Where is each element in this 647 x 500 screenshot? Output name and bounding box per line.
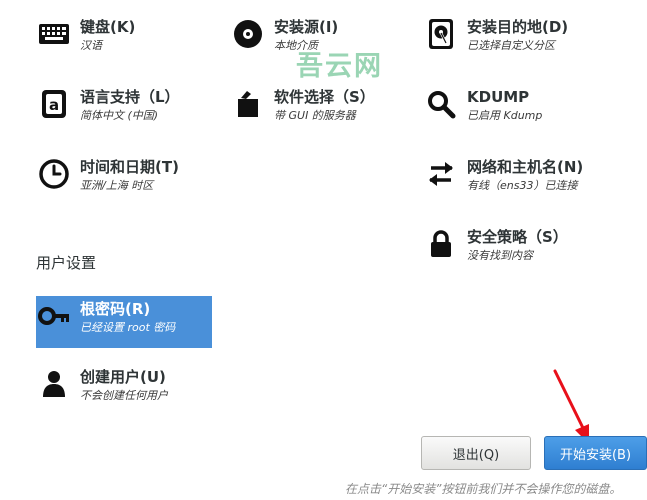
keyboard-status: 汉语 — [80, 39, 102, 52]
keyboard-spoke[interactable]: 键盘(K) 汉语 — [38, 18, 135, 53]
software-selection-status: 带 GUI 的服务器 — [274, 109, 356, 122]
kdump-title: KDUMP — [467, 88, 530, 106]
time-title: 时间和日期(T) — [80, 158, 179, 176]
network-title: 网络和主机名(N) — [467, 158, 584, 176]
language-spoke[interactable]: a 语言支持（L） 简体中文 (中国) — [38, 88, 180, 123]
language-title: 语言支持（L） — [80, 88, 180, 106]
create-user-spoke[interactable]: 创建用户(U) 不会创建任何用户 — [38, 368, 168, 403]
watermark: 吾云网 — [296, 51, 383, 82]
quit-button[interactable]: 退出(Q) — [421, 436, 531, 470]
keyboard-title: 键盘(K) — [80, 18, 136, 36]
footer-note: 在点击“开始安装”按钮前我们并不会操作您的磁盘。 — [345, 482, 622, 496]
security-policy-status: 没有找到内容 — [467, 249, 533, 262]
search-icon — [425, 88, 457, 120]
software-selection-title: 软件选择（S） — [274, 88, 375, 106]
security-policy-title: 安全策略（S） — [467, 228, 568, 246]
install-destination-spoke[interactable]: 安装目的地(D) 已选择自定义分区 — [425, 18, 568, 53]
begin-installation-button[interactable]: 开始安装(B) — [544, 436, 647, 470]
software-selection-spoke[interactable]: 软件选择（S） 带 GUI 的服务器 — [232, 88, 375, 123]
network-icon — [425, 158, 457, 190]
language-status: 简体中文 (中国) — [80, 109, 159, 122]
package-icon — [232, 88, 264, 120]
time-status: 亚洲/上海 时区 — [80, 179, 154, 192]
install-source-title: 安装源(I) — [274, 18, 339, 36]
keyboard-icon — [38, 18, 70, 50]
kdump-status: 已启用 Kdump — [467, 109, 543, 122]
key-icon — [38, 300, 70, 332]
disc-icon — [232, 18, 264, 50]
install-destination-title: 安装目的地(D) — [467, 18, 569, 36]
language-icon: a — [38, 88, 70, 120]
user-settings-heading: 用户设置 — [36, 254, 97, 272]
harddisk-icon — [425, 18, 457, 50]
network-spoke[interactable]: 网络和主机名(N) 有线（ens33）已连接 — [425, 158, 583, 193]
user-icon — [38, 368, 70, 400]
root-password-spoke[interactable]: 根密码(R) 已经设置 root 密码 — [36, 296, 212, 348]
root-password-title: 根密码(R) — [80, 300, 151, 318]
svg-text:a: a — [49, 96, 59, 114]
kdump-spoke[interactable]: KDUMP 已启用 Kdump — [425, 88, 542, 123]
time-spoke[interactable]: 时间和日期(T) 亚洲/上海 时区 — [38, 158, 179, 193]
clock-icon — [38, 158, 70, 190]
root-password-status: 已经设置 root 密码 — [80, 321, 176, 334]
lock-icon — [425, 228, 457, 260]
security-policy-spoke[interactable]: 安全策略（S） 没有找到内容 — [425, 228, 568, 263]
install-destination-status: 已选择自定义分区 — [467, 39, 555, 52]
network-status: 有线（ens33）已连接 — [467, 179, 578, 192]
create-user-status: 不会创建任何用户 — [80, 389, 168, 402]
create-user-title: 创建用户(U) — [80, 368, 166, 386]
